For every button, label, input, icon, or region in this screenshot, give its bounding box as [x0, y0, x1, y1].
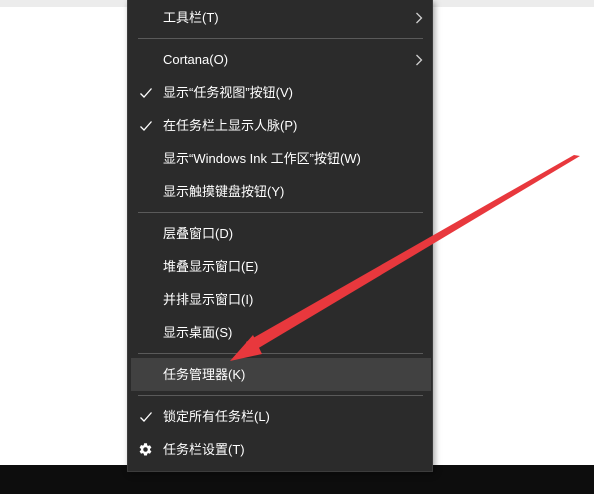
menu-item-lock-taskbars[interactable]: 锁定所有任务栏(L)	[131, 400, 431, 433]
menu-item-label: 显示“任务视图”按钮(V)	[163, 85, 293, 100]
menu-item-show-task-view[interactable]: 显示“任务视图”按钮(V)	[131, 76, 431, 109]
menu-item-label: 任务栏设置(T)	[163, 442, 245, 457]
menu-item-label: Cortana(O)	[163, 52, 229, 67]
chevron-right-icon	[416, 12, 423, 24]
check-icon	[140, 121, 152, 131]
menu-item-side-by-side[interactable]: 并排显示窗口(I)	[131, 283, 431, 316]
menu-separator	[138, 395, 423, 396]
menu-item-cortana[interactable]: Cortana(O)	[131, 43, 431, 76]
menu-item-label: 工具栏(T)	[163, 10, 219, 25]
chevron-right-icon	[416, 54, 423, 66]
menu-item-stack-windows[interactable]: 堆叠显示窗口(E)	[131, 250, 431, 283]
menu-item-label: 在任务栏上显示人脉(P)	[163, 118, 298, 133]
menu-item-show-desktop[interactable]: 显示桌面(S)	[131, 316, 431, 349]
menu-item-label: 堆叠显示窗口(E)	[163, 259, 259, 274]
menu-item-label: 锁定所有任务栏(L)	[163, 409, 270, 424]
menu-item-show-people[interactable]: 在任务栏上显示人脉(P)	[131, 109, 431, 142]
menu-item-show-touch-keyboard[interactable]: 显示触摸键盘按钮(Y)	[131, 175, 431, 208]
menu-item-cascade-windows[interactable]: 层叠窗口(D)	[131, 217, 431, 250]
menu-item-label: 显示触摸键盘按钮(Y)	[163, 184, 285, 199]
menu-item-toolbars[interactable]: 工具栏(T)	[131, 1, 431, 34]
menu-separator	[138, 353, 423, 354]
menu-item-taskbar-settings[interactable]: 任务栏设置(T)	[131, 433, 431, 466]
check-icon	[140, 88, 152, 98]
menu-item-label: 并排显示窗口(I)	[163, 292, 254, 307]
menu-item-label: 显示桌面(S)	[163, 325, 233, 340]
menu-item-label: 显示“Windows Ink 工作区”按钮(W)	[163, 151, 361, 166]
menu-separator	[138, 38, 423, 39]
menu-item-label: 层叠窗口(D)	[163, 226, 234, 241]
menu-item-show-ink-workspace[interactable]: 显示“Windows Ink 工作区”按钮(W)	[131, 142, 431, 175]
gear-icon	[139, 443, 152, 456]
menu-item-task-manager[interactable]: 任务管理器(K)	[131, 358, 431, 391]
menu-separator	[138, 212, 423, 213]
taskbar-context-menu: 工具栏(T) Cortana(O) 显示“任务视图”按钮(V) 在任务栏上显示人…	[127, 0, 433, 472]
menu-item-label: 任务管理器(K)	[163, 367, 246, 382]
check-icon	[140, 412, 152, 422]
